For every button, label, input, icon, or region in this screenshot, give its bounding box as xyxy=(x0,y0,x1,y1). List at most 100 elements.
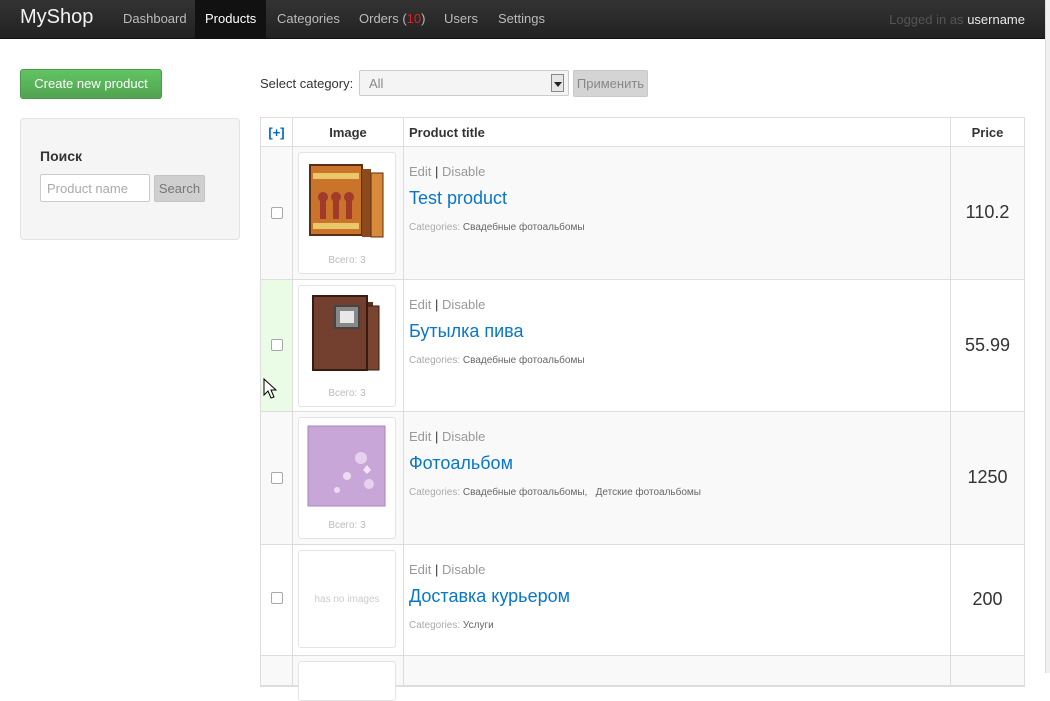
column-header-image: Image xyxy=(292,118,403,147)
row-checkbox[interactable] xyxy=(271,207,283,219)
row-select-cell xyxy=(261,147,292,279)
image-cell xyxy=(292,656,403,701)
price-cell xyxy=(950,656,1024,685)
product-title-link[interactable]: Фотоальбом xyxy=(409,453,513,474)
product-categories: Categories: Свадебные фотоальбомы, Детск… xyxy=(409,487,701,498)
disable-link[interactable]: Disable xyxy=(442,429,485,444)
product-thumbnail[interactable]: Всего: 3 xyxy=(298,285,396,407)
product-thumbnail[interactable]: Всего: 3 xyxy=(298,152,396,274)
top-navbar: MyShop Dashboard Products Categories Ord… xyxy=(0,0,1045,39)
table-row: has no images Edit | Disable Доставка ку… xyxy=(261,545,1024,656)
edit-link[interactable]: Edit xyxy=(409,297,431,312)
product-categories: Categories: Свадебные фотоальбомы xyxy=(409,222,585,233)
product-categories: Categories: Услуги xyxy=(409,620,494,631)
product-price: 1250 xyxy=(950,412,1024,544)
product-price: 110.2 xyxy=(950,147,1024,279)
image-cell: has no images xyxy=(292,545,403,655)
table-row: Всего: 3 Edit | Disable Фотоальбом Categ… xyxy=(261,412,1024,545)
title-cell xyxy=(403,656,950,685)
photo-album-image xyxy=(307,425,386,507)
category-name: Услуги xyxy=(462,620,494,631)
product-title-link[interactable]: Бутылка пива xyxy=(409,321,524,342)
nav-dashboard[interactable]: Dashboard xyxy=(113,0,197,39)
image-count: Всего: 3 xyxy=(328,520,366,531)
column-header-title: Product title xyxy=(403,118,950,147)
row-select-cell xyxy=(261,412,292,544)
disable-link[interactable]: Disable xyxy=(442,562,485,577)
nav-orders-close: ) xyxy=(421,11,426,26)
window-edge xyxy=(1045,0,1050,673)
row-checkbox[interactable] xyxy=(271,339,283,351)
photo-album-image xyxy=(312,295,380,371)
product-thumbnail[interactable]: Всего: 3 xyxy=(298,417,396,539)
photo-album-image xyxy=(309,164,384,238)
edit-link[interactable]: Edit xyxy=(409,164,431,179)
category-name: Свадебные фотоальбомы xyxy=(462,355,585,366)
row-actions: Edit | Disable xyxy=(409,429,485,444)
nav-orders-label: Orders ( xyxy=(359,11,407,26)
search-title: Поиск xyxy=(40,148,83,164)
nav-users[interactable]: Users xyxy=(434,0,488,39)
logged-in-label: Logged in as xyxy=(889,12,964,27)
action-separator: | xyxy=(435,164,439,179)
categories-label: Categories: xyxy=(409,487,461,498)
category-name: Свадебные фотоальбомы xyxy=(462,222,585,233)
edit-link[interactable]: Edit xyxy=(409,429,431,444)
disable-link[interactable]: Disable xyxy=(442,164,485,179)
image-count: Всего: 3 xyxy=(328,255,366,266)
product-thumbnail-empty[interactable]: has no images xyxy=(298,550,396,648)
category-select-label: Select category: xyxy=(260,76,354,91)
product-name-search-input[interactable] xyxy=(40,174,150,202)
search-button[interactable]: Search xyxy=(154,175,205,202)
image-cell: Всего: 3 xyxy=(292,147,403,279)
action-separator: | xyxy=(435,297,439,312)
categories-label: Categories: xyxy=(409,222,461,233)
search-panel: Поиск Search xyxy=(20,118,240,240)
category-select-value: All xyxy=(369,76,384,91)
product-categories: Categories: Свадебные фотоальбомы xyxy=(409,355,585,366)
orders-count-badge: 10 xyxy=(406,11,422,26)
product-thumbnail[interactable] xyxy=(298,661,396,701)
product-price: 200 xyxy=(950,545,1024,655)
product-title-link[interactable]: Test product xyxy=(409,188,507,209)
row-actions: Edit | Disable xyxy=(409,297,485,312)
column-header-price: Price xyxy=(950,118,1024,147)
nav-products[interactable]: Products xyxy=(195,0,267,39)
create-product-button[interactable]: Create new product xyxy=(20,69,162,99)
nav-categories[interactable]: Categories xyxy=(267,0,350,39)
row-actions: Edit | Disable xyxy=(409,164,485,179)
table-header: [+] Image Product title Price xyxy=(261,118,1024,147)
username-link[interactable]: username xyxy=(967,12,1025,27)
title-cell: Edit | Disable Доставка курьером Categor… xyxy=(403,545,950,655)
categories-label: Categories: xyxy=(409,620,461,631)
image-cell: Всего: 3 xyxy=(292,280,403,411)
mouse-cursor-icon xyxy=(263,378,277,399)
select-all-toggle[interactable]: [+] xyxy=(261,118,292,147)
action-separator: | xyxy=(435,429,439,444)
category-name: Свадебные фотоальбомы, xyxy=(462,487,588,498)
title-cell: Edit | Disable Бутылка пива Categories: … xyxy=(403,280,950,411)
table-row xyxy=(261,656,1024,701)
row-select-cell xyxy=(261,656,292,685)
row-checkbox[interactable] xyxy=(271,592,283,604)
apply-filter-button[interactable]: Применить xyxy=(573,70,648,97)
nav-orders[interactable]: Orders (10) xyxy=(349,0,435,39)
table-row: Всего: 3 Edit | Disable Test product Cat… xyxy=(261,147,1024,280)
title-cell: Edit | Disable Test product Categories: … xyxy=(403,147,950,279)
brand-logo[interactable]: MyShop xyxy=(20,6,93,29)
disable-link[interactable]: Disable xyxy=(442,297,485,312)
nav-settings[interactable]: Settings xyxy=(488,0,555,39)
row-select-cell xyxy=(261,545,292,655)
action-separator: | xyxy=(435,562,439,577)
image-cell: Всего: 3 xyxy=(292,412,403,544)
product-price: 55.99 xyxy=(950,280,1024,411)
login-info: Logged in as username xyxy=(889,0,1025,39)
edit-link[interactable]: Edit xyxy=(409,562,431,577)
product-title-link[interactable]: Доставка курьером xyxy=(409,586,570,607)
category-select[interactable]: All xyxy=(359,70,569,96)
table-row: Всего: 3 Edit | Disable Бутылка пива Cat… xyxy=(261,280,1024,412)
no-images-placeholder: has no images xyxy=(314,594,380,605)
row-checkbox[interactable] xyxy=(271,472,283,484)
title-cell: Edit | Disable Фотоальбом Categories: Св… xyxy=(403,412,950,544)
chevron-down-icon[interactable] xyxy=(551,74,564,92)
